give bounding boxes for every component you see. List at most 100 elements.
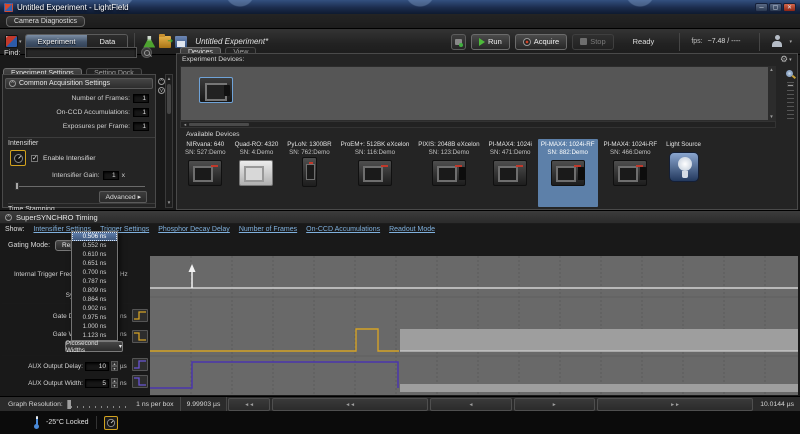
resolution-value: 1 ns per box — [130, 401, 179, 408]
device-card-light-source[interactable]: Light Source — [663, 139, 704, 207]
device-card-pimax4-1024i[interactable]: PI-MAX4: 1024i SN: 471:Demo — [486, 139, 535, 207]
stop-icon — [580, 38, 587, 45]
link-phosphor-decay-delay[interactable]: Phosphor Decay Delay — [158, 226, 230, 233]
zoom-slider-handle[interactable] — [787, 84, 794, 87]
link-readout-mode[interactable]: Readout Mode — [389, 226, 435, 233]
fps-label: fps: — [691, 38, 702, 45]
aux-output-width-input[interactable] — [85, 379, 109, 388]
intensifier-gain-slider[interactable] — [15, 186, 145, 187]
dropdown-option[interactable]: 0.864 ns — [72, 295, 117, 304]
dropdown-option[interactable]: 0.610 ns — [72, 250, 117, 259]
canvas-vertical-scrollbar[interactable]: ▲ ▼ — [768, 66, 775, 121]
collapse-icon[interactable]: ^ — [9, 80, 16, 87]
canvas-zoom-slider[interactable] — [787, 82, 794, 122]
experiment-device-camera-icon[interactable] — [199, 77, 233, 103]
scroll-up-icon[interactable]: ▲ — [166, 75, 172, 83]
device-card-nirvana[interactable]: NIRvana: 640 SN: 527:Demo — [182, 139, 229, 207]
exposures-per-frame-input[interactable] — [133, 122, 149, 131]
device-card-pixis[interactable]: PIXIS: 2048B eXcelon SN: 123:Demo — [415, 139, 482, 207]
temperature-status: -25°C Locked — [46, 419, 89, 426]
pan-page-right-button[interactable]: ►► — [597, 398, 753, 411]
pan-page-left-button[interactable]: ◄◄ — [272, 398, 428, 411]
stop-button[interactable]: Stop — [572, 34, 613, 50]
dropdown-option[interactable]: 1.000 ns — [72, 322, 117, 331]
dropdown-option[interactable]: 0.975 ns — [72, 313, 117, 322]
readout-region — [400, 329, 798, 351]
pan-left-button[interactable]: ◄ — [430, 398, 511, 411]
scrollbar-thumb[interactable] — [167, 84, 171, 114]
pan-far-left-button[interactable]: ◄◄ — [228, 398, 270, 411]
collapse-all-icon[interactable]: v — [158, 87, 165, 94]
dropdown-option[interactable]: 0.809 ns — [72, 286, 117, 295]
settings-scrollbar[interactable]: ▲ ▼ — [165, 74, 173, 208]
show-label: Show: — [5, 226, 24, 233]
camera-diagnostics-button[interactable]: Camera Diagnostics — [6, 16, 85, 27]
light-bulb-icon — [669, 152, 699, 182]
device-card-pimax4-1024i-rf-selected[interactable]: PI-MAX4: 1024i-RF SN: 882:Demo — [538, 139, 598, 207]
acquire-button[interactable]: Acquire — [515, 34, 567, 50]
scroll-down-icon[interactable]: ▼ — [769, 113, 773, 121]
aux-delay-rising-edge-icon — [132, 358, 148, 371]
aux-output-delay-stepper[interactable]: ▲▼ — [111, 361, 118, 371]
device-card-pimax4-1024i-rf[interactable]: PI-MAX4: 1024i-RF SN: 466:Demo — [601, 139, 661, 207]
device-card-pylon[interactable]: PyLoN: 1300BR SN: 762:Demo — [284, 139, 334, 207]
dropdown-option[interactable]: 0.787 ns — [72, 277, 117, 286]
gate-delay-rising-edge-icon — [132, 309, 148, 322]
dropdown-option-selected[interactable]: 0.506 ns — [72, 232, 117, 241]
picosecond-widths-button[interactable]: Picosecond Widths▾ — [65, 341, 123, 352]
common-acquisition-header[interactable]: ^ Common Acquisition Settings — [5, 78, 153, 89]
preview-button[interactable] — [451, 34, 466, 50]
graph-resolution-bar: Graph Resolution: 1 ns per box 9.99903 µ… — [0, 396, 800, 411]
intensifier-status-icon[interactable] — [104, 416, 118, 430]
application-menu-arrow-icon[interactable]: ▾ — [19, 39, 22, 45]
scroll-up-icon[interactable]: ▲ — [769, 66, 773, 74]
link-on-ccd-accumulations[interactable]: On-CCD Accumulations — [306, 226, 380, 233]
find-input[interactable] — [25, 47, 137, 58]
run-button[interactable]: Run — [471, 34, 510, 50]
close-button[interactable]: ✕ — [783, 3, 796, 12]
dropdown-option[interactable]: 0.651 ns — [72, 259, 117, 268]
scrollbar-thumb[interactable] — [189, 123, 249, 126]
gear-menu-arrow-icon[interactable]: ▾ — [789, 57, 792, 63]
aux-output-delay-input[interactable] — [85, 362, 109, 371]
number-of-frames-label: Number of Frames: — [71, 95, 130, 102]
link-number-of-frames[interactable]: Number of Frames — [239, 226, 297, 233]
open-experiment-icon[interactable] — [159, 36, 171, 48]
plot-background — [150, 256, 798, 395]
run-icon — [479, 38, 485, 46]
number-of-frames-input[interactable] — [133, 94, 149, 103]
slider-handle[interactable] — [15, 182, 19, 190]
dropdown-option[interactable]: 0.552 ns — [72, 241, 117, 250]
intensifier-gain-input[interactable] — [103, 171, 119, 180]
scroll-down-icon[interactable]: ▼ — [166, 199, 172, 207]
experiment-devices-canvas[interactable] — [180, 66, 776, 121]
on-ccd-accumulations-input[interactable] — [133, 108, 149, 117]
supersynchro-header[interactable]: ^ SuperSYNCHRO Timing — [0, 210, 800, 224]
maximize-button[interactable]: ▢ — [769, 3, 782, 12]
device-card-quadro[interactable]: Quad-RO: 4320 SN: 4:Demo — [232, 139, 282, 207]
time-window-end: 10.0144 µs — [754, 397, 800, 412]
device-card-proem[interactable]: ProEM+: 512BK eXcelon SN: 116:Demo — [338, 139, 413, 207]
aux-output-width-stepper[interactable]: ▲▼ — [111, 378, 118, 388]
expand-all-icon[interactable]: ^ — [158, 78, 165, 85]
canvas-horizontal-scrollbar[interactable]: ◄ — [180, 121, 776, 128]
advanced-button[interactable]: Advanced ▸ — [99, 191, 147, 203]
dropdown-option[interactable]: 0.902 ns — [72, 304, 117, 313]
gear-icon[interactable]: ⚙ — [780, 55, 788, 64]
graph-resolution-slider[interactable] — [67, 400, 130, 409]
pan-right-button[interactable]: ► — [514, 398, 595, 411]
dropdown-option[interactable]: 0.700 ns — [72, 268, 117, 277]
scroll-left-icon[interactable]: ◄ — [181, 122, 189, 127]
camera-icon — [493, 160, 527, 186]
show-links-row: Show: Intensifier Settings Trigger Setti… — [5, 226, 435, 233]
minimize-button[interactable]: ─ — [755, 3, 768, 12]
search-icon[interactable] — [141, 47, 152, 58]
camera-icon — [188, 160, 222, 186]
user-icon[interactable] — [771, 35, 783, 48]
enable-intensifier-checkbox[interactable]: ✓ — [31, 155, 38, 162]
experiment-tool-icon[interactable] — [143, 36, 155, 48]
user-menu-arrow-icon[interactable]: ▾ — [789, 39, 792, 45]
aux-width-falling-edge-icon — [132, 375, 148, 388]
slider-handle[interactable] — [68, 400, 71, 409]
collapse-icon[interactable]: ^ — [5, 214, 12, 221]
